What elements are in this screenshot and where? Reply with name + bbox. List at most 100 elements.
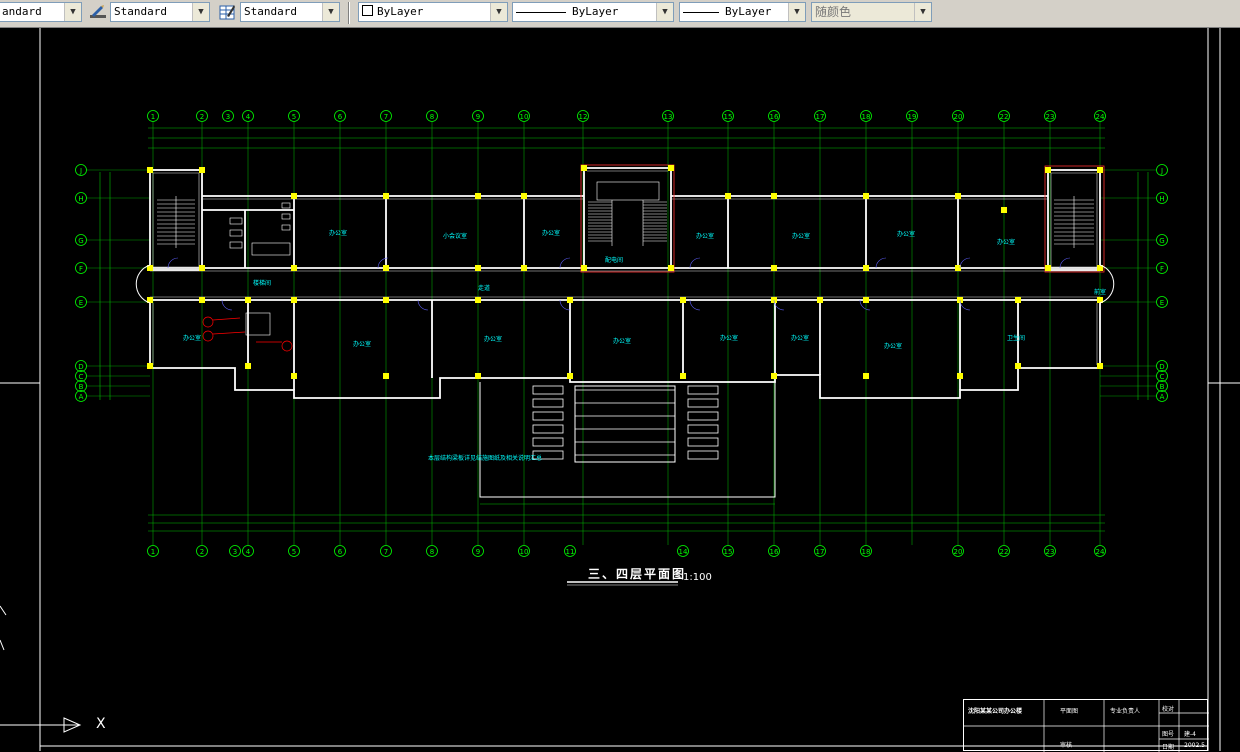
axis-bubble-label: H <box>1159 195 1164 203</box>
axis-bubble-label: 9 <box>476 548 480 556</box>
axis-bubble: F <box>75 262 87 274</box>
atrium-panel <box>687 450 719 460</box>
dimension-style-icon[interactable] <box>89 3 107 21</box>
column <box>291 297 297 303</box>
tb-review: 审核 <box>1060 742 1073 749</box>
axis-bubble: 4 <box>242 545 254 557</box>
axis-bubble-label: F <box>79 265 83 273</box>
chevron-down-icon: ▼ <box>914 3 931 21</box>
axis-bubble-label: 15 <box>724 548 733 556</box>
axis-bubble-label: 2 <box>200 113 204 121</box>
door-swing <box>417 299 429 311</box>
axis-bubble-label: 16 <box>770 548 779 556</box>
linetype-value: ByLayer <box>572 5 619 18</box>
axis-bubble-label: 19 <box>908 113 917 121</box>
atrium-panels <box>532 385 719 460</box>
door-swing <box>167 257 179 269</box>
axis-bubble: 20 <box>952 110 964 122</box>
axis-bubble-label: B <box>1160 383 1165 391</box>
axis-bubble-label: 18 <box>862 113 871 121</box>
chevron-down-icon[interactable]: ▼ <box>490 3 507 21</box>
column <box>581 165 587 171</box>
axis-bubble-label: 13 <box>664 113 673 121</box>
axis-bubble-label: E <box>79 299 83 307</box>
table-style-icon[interactable] <box>218 3 236 21</box>
axis-bubble-label: 7 <box>384 548 388 556</box>
axis-bubble-label: 20 <box>954 548 963 556</box>
axis-bubble: 17 <box>814 545 826 557</box>
table-style-value: Standard <box>244 5 297 18</box>
tb-designer: 专业负责人 <box>1110 708 1141 715</box>
axis-bubble: 1 <box>147 545 159 557</box>
atrium-panel <box>687 437 719 447</box>
axis-bubble: 11 <box>564 545 576 557</box>
column <box>1015 363 1021 369</box>
chevron-down-icon[interactable]: ▼ <box>656 3 673 21</box>
column <box>567 297 573 303</box>
axis-bubble: F <box>1156 262 1168 274</box>
column <box>668 265 674 271</box>
column <box>291 373 297 379</box>
drawing-scale: 1:100 <box>683 572 712 583</box>
axis-bubble-label: J <box>79 167 82 175</box>
dim-style-combo[interactable]: Standard ▼ <box>110 2 210 22</box>
door-swings <box>167 257 1071 311</box>
axis-bubble: 13 <box>662 110 674 122</box>
room-label: 配电间 <box>605 256 623 264</box>
chevron-down-icon[interactable]: ▼ <box>192 3 209 21</box>
axis-bubble-label: G <box>78 237 83 245</box>
title-underline <box>567 581 678 586</box>
column <box>1045 265 1051 271</box>
column <box>567 373 573 379</box>
axis-bubble: J <box>1156 164 1168 176</box>
tb-drawing-name: 平面图 <box>1060 708 1079 715</box>
chevron-down-icon[interactable]: ▼ <box>64 3 81 21</box>
axis-bubble-label: 1 <box>151 113 155 121</box>
column <box>955 193 961 199</box>
axis-bubble-label: 15 <box>724 113 733 121</box>
axis-bubble-label: 20 <box>954 113 963 121</box>
column <box>521 193 527 199</box>
axis-bubble: 22 <box>998 545 1010 557</box>
model-space-canvas[interactable]: 1 2 3 4 5 6 7 8 9 10 12 13 15 16 17 18 19 20 22 23 24 1 2 3 4 5 6 7… <box>0 28 1240 752</box>
axis-bubble-label: 16 <box>770 113 779 121</box>
axis-bubble: 7 <box>380 545 392 557</box>
axis-bubble-label: 24 <box>1096 548 1105 556</box>
chevron-down-icon[interactable]: ▼ <box>788 3 805 21</box>
plot-style-value: 随颜色 <box>815 5 852 19</box>
axis-bubble: 18 <box>860 110 872 122</box>
atrium-panel <box>532 385 564 395</box>
axis-bubble: E <box>1156 296 1168 308</box>
column <box>199 297 205 303</box>
room-label: 前室 <box>1094 288 1106 296</box>
tb-sheet-no: 建-4 <box>1184 731 1196 738</box>
walls <box>149 167 1101 399</box>
layer-color-combo[interactable]: ByLayer ▼ <box>358 2 508 22</box>
axis-bubble: H <box>1156 192 1168 204</box>
axis-bubble: G <box>75 234 87 246</box>
axis-bubble: A <box>75 390 87 402</box>
chevron-down-icon[interactable]: ▼ <box>322 3 339 21</box>
text-style-combo[interactable]: andard ▼ <box>0 2 82 22</box>
column <box>475 265 481 271</box>
layer-color-value: ByLayer <box>377 5 424 18</box>
lineweight-combo[interactable]: ByLayer ▼ <box>679 2 806 22</box>
column <box>1097 363 1103 369</box>
axis-bubble: D <box>75 360 87 372</box>
axis-bubble: J <box>75 164 87 176</box>
column <box>863 265 869 271</box>
axis-bubble-label: 8 <box>430 548 434 556</box>
lineweight-value: ByLayer <box>725 5 772 18</box>
axis-bubble: B <box>75 380 87 392</box>
table-style-combo[interactable]: Standard ▼ <box>240 2 340 22</box>
column <box>668 165 674 171</box>
column <box>1015 297 1021 303</box>
linetype-combo[interactable]: ByLayer ▼ <box>512 2 674 22</box>
axis-bubble-label: A <box>79 393 84 401</box>
column <box>521 265 527 271</box>
axis-bubble-label: 12 <box>579 113 588 121</box>
column <box>383 265 389 271</box>
axis-bubble-label: A <box>1160 393 1165 401</box>
axis-bubble: B <box>1156 380 1168 392</box>
axis-bubble-label: B <box>79 383 84 391</box>
